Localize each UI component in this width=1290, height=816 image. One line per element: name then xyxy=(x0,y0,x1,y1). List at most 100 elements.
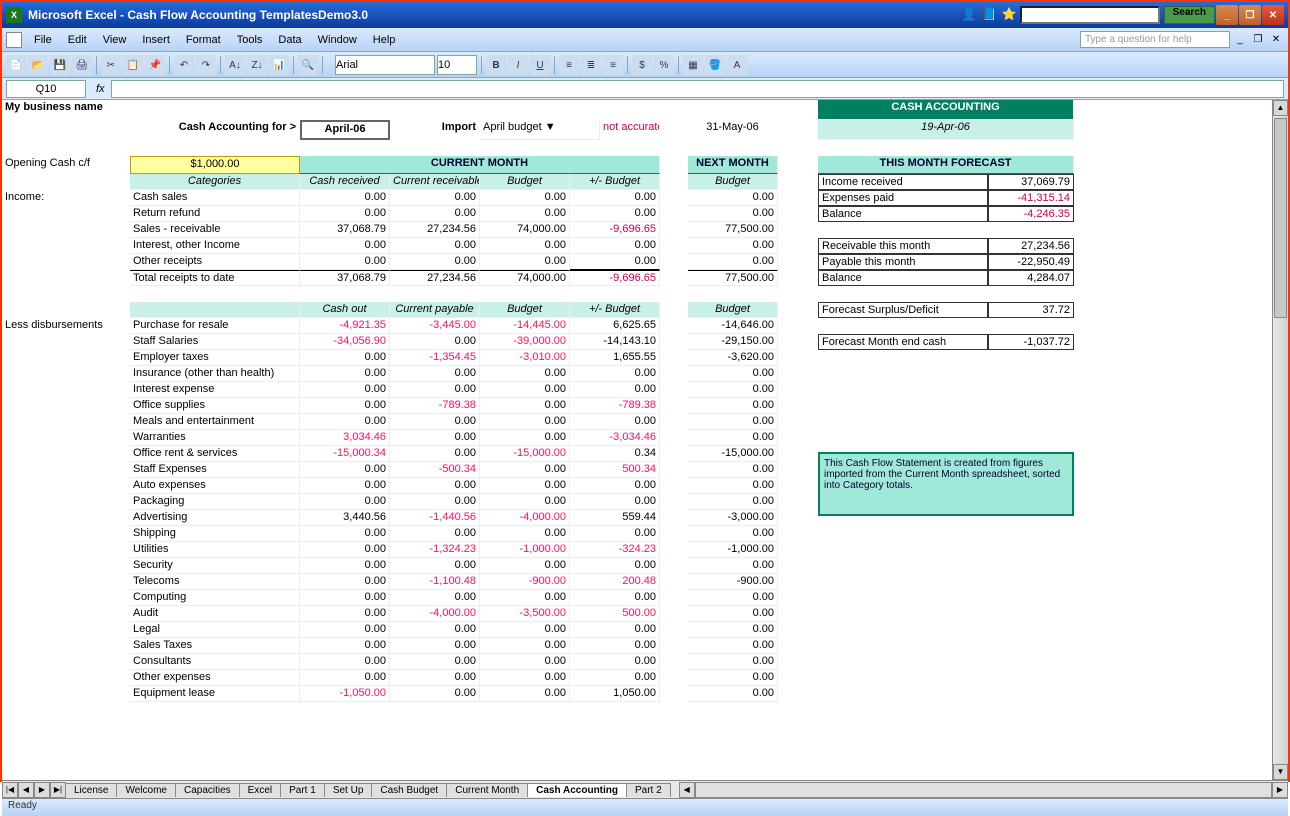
forecast-row-value[interactable]: -4,246.35 xyxy=(988,206,1074,222)
disb-cell[interactable]: 0.00 xyxy=(570,622,660,638)
disb-row-name[interactable]: Equipment lease xyxy=(130,686,300,702)
disb-cell[interactable]: 0.00 xyxy=(688,686,778,702)
forecast-title[interactable]: THIS MONTH FORECAST xyxy=(818,156,1074,174)
income-cell[interactable]: 37,068.79 xyxy=(300,222,390,238)
next-month-date[interactable]: 31-May-06 xyxy=(688,120,778,140)
hscroll-left-icon[interactable]: ◀ xyxy=(679,782,695,798)
income-cell[interactable]: 0.00 xyxy=(390,206,480,222)
disb-cell[interactable]: 0.00 xyxy=(570,366,660,382)
disb-cell[interactable]: 0.00 xyxy=(480,526,570,542)
vertical-scrollbar[interactable]: ▲ ▼ xyxy=(1272,100,1288,780)
sheet-tab-current-month[interactable]: Current Month xyxy=(446,783,528,797)
disb-cell[interactable]: -4,000.00 xyxy=(390,606,480,622)
zoom-icon[interactable]: 🔍 xyxy=(298,55,318,75)
disb-cell[interactable]: 0.00 xyxy=(390,590,480,606)
income-total-cell[interactable]: 74,000.00 xyxy=(480,270,570,286)
disb-cell[interactable]: -34,056.90 xyxy=(300,334,390,350)
disb-row-name[interactable]: Audit xyxy=(130,606,300,622)
disb-cell[interactable]: 0.00 xyxy=(480,430,570,446)
forecast-row-value[interactable]: 27,234.56 xyxy=(988,238,1074,254)
disb-cell[interactable]: -1,354.45 xyxy=(390,350,480,366)
disb-cell[interactable]: -789.38 xyxy=(390,398,480,414)
disb-cell[interactable]: -1,440.56 xyxy=(390,510,480,526)
income-cell[interactable]: 74,000.00 xyxy=(480,222,570,238)
disb-cell[interactable]: 0.00 xyxy=(688,494,778,510)
disb-cell[interactable]: 0.00 xyxy=(688,558,778,574)
sheet-tab-cash-accounting[interactable]: Cash Accounting xyxy=(527,783,627,797)
next-month-header[interactable]: NEXT MONTH xyxy=(688,156,778,174)
disb-cell[interactable]: 0.00 xyxy=(300,590,390,606)
col-next-budget[interactable]: Budget xyxy=(688,174,778,190)
disb-cell[interactable]: 0.00 xyxy=(570,558,660,574)
borders-icon[interactable]: ▦ xyxy=(683,55,703,75)
percent-icon[interactable]: % xyxy=(654,55,674,75)
disb-cell[interactable]: -39,000.00 xyxy=(480,334,570,350)
disb-cell[interactable]: -15,000.00 xyxy=(480,446,570,462)
sort-desc-icon[interactable]: Z↓ xyxy=(247,55,267,75)
col-cash-received[interactable]: Cash received xyxy=(300,174,390,190)
disb-cell[interactable]: 0.00 xyxy=(570,478,660,494)
income-total-cell[interactable]: 27,234.56 xyxy=(390,270,480,286)
disb-cell[interactable]: 3,440.56 xyxy=(300,510,390,526)
disb-cell[interactable]: 0.00 xyxy=(480,622,570,638)
disb-row-name[interactable]: Other expenses xyxy=(130,670,300,686)
disb-cell[interactable]: 0.00 xyxy=(688,430,778,446)
scroll-down-icon[interactable]: ▼ xyxy=(1273,764,1288,780)
income-cell[interactable]: 0.00 xyxy=(390,254,480,270)
maximize-button[interactable]: ❐ xyxy=(1239,5,1261,25)
disb-cell[interactable]: 0.00 xyxy=(688,606,778,622)
disb-cell[interactable]: 500.34 xyxy=(570,462,660,478)
disbursements-section-label[interactable]: Less disbursements xyxy=(2,318,130,334)
forecast-row-value[interactable]: -41,315.14 xyxy=(988,190,1074,206)
import-dropdown[interactable]: April budget ▼ xyxy=(480,120,600,140)
redo-icon[interactable]: ↷ xyxy=(196,55,216,75)
mdi-minimize-button[interactable]: _ xyxy=(1232,33,1248,47)
income-cell[interactable]: 0.00 xyxy=(688,206,778,222)
disb-cell[interactable]: -14,143.10 xyxy=(570,334,660,350)
disb-row-name[interactable]: Auto expenses xyxy=(130,478,300,494)
forecast-income-value[interactable]: 37,069.79 xyxy=(988,174,1074,190)
disb-cell[interactable]: 0.00 xyxy=(300,622,390,638)
disb-cell[interactable]: 0.00 xyxy=(480,590,570,606)
disb-cell[interactable]: 0.00 xyxy=(300,366,390,382)
worksheet-grid[interactable]: My business nameCASH ACCOUNTINGCash Acco… xyxy=(2,100,1272,780)
disb-row-name[interactable]: Packaging xyxy=(130,494,300,510)
disb-row-name[interactable]: Office supplies xyxy=(130,398,300,414)
minimize-button[interactable]: _ xyxy=(1216,5,1238,25)
disb-cell[interactable]: 0.00 xyxy=(688,382,778,398)
col-plusminus-2[interactable]: +/- Budget xyxy=(570,302,660,318)
disb-cell[interactable]: -1,324.23 xyxy=(390,542,480,558)
disb-cell[interactable]: -4,000.00 xyxy=(480,510,570,526)
bold-icon[interactable]: B xyxy=(486,55,506,75)
fill-color-icon[interactable]: 🪣 xyxy=(705,55,725,75)
disb-cell[interactable]: -4,921.35 xyxy=(300,318,390,334)
forecast-row-label[interactable]: Expenses paid xyxy=(818,190,988,206)
income-total-label[interactable]: Total receipts to date xyxy=(130,270,300,286)
import-label[interactable]: Import xyxy=(390,120,480,140)
income-row-name[interactable]: Cash sales xyxy=(130,190,300,206)
col-cash-out[interactable]: Cash out xyxy=(300,302,390,318)
income-cell[interactable]: 0.00 xyxy=(688,190,778,206)
disb-cell[interactable]: 0.00 xyxy=(688,398,778,414)
disb-cell[interactable]: -3,445.00 xyxy=(390,318,480,334)
income-cell[interactable]: 27,234.56 xyxy=(390,222,480,238)
disb-cell[interactable]: 0.00 xyxy=(480,494,570,510)
col-next-budget-2[interactable]: Budget xyxy=(688,302,778,318)
income-cell[interactable]: 0.00 xyxy=(390,190,480,206)
disb-row-name[interactable]: Staff Salaries xyxy=(130,334,300,350)
disb-cell[interactable]: 0.00 xyxy=(480,478,570,494)
disb-row-name[interactable]: Insurance (other than health) xyxy=(130,366,300,382)
disb-cell[interactable]: 559.44 xyxy=(570,510,660,526)
disb-cell[interactable]: -14,445.00 xyxy=(480,318,570,334)
forecast-row-label[interactable]: Forecast Month end cash xyxy=(818,334,988,350)
sort-asc-icon[interactable]: A↓ xyxy=(225,55,245,75)
disb-cell[interactable]: 0.00 xyxy=(688,590,778,606)
scroll-up-icon[interactable]: ▲ xyxy=(1273,100,1288,116)
tab-nav-next-icon[interactable]: ▶ xyxy=(34,782,50,798)
income-row-name[interactable]: Other receipts xyxy=(130,254,300,270)
disb-cell[interactable]: -1,000.00 xyxy=(480,542,570,558)
disb-row-name[interactable]: Warranties xyxy=(130,430,300,446)
income-cell[interactable]: 0.00 xyxy=(570,206,660,222)
cash-accounting-header[interactable]: CASH ACCOUNTING xyxy=(818,100,1074,120)
disb-cell[interactable]: 500.00 xyxy=(570,606,660,622)
